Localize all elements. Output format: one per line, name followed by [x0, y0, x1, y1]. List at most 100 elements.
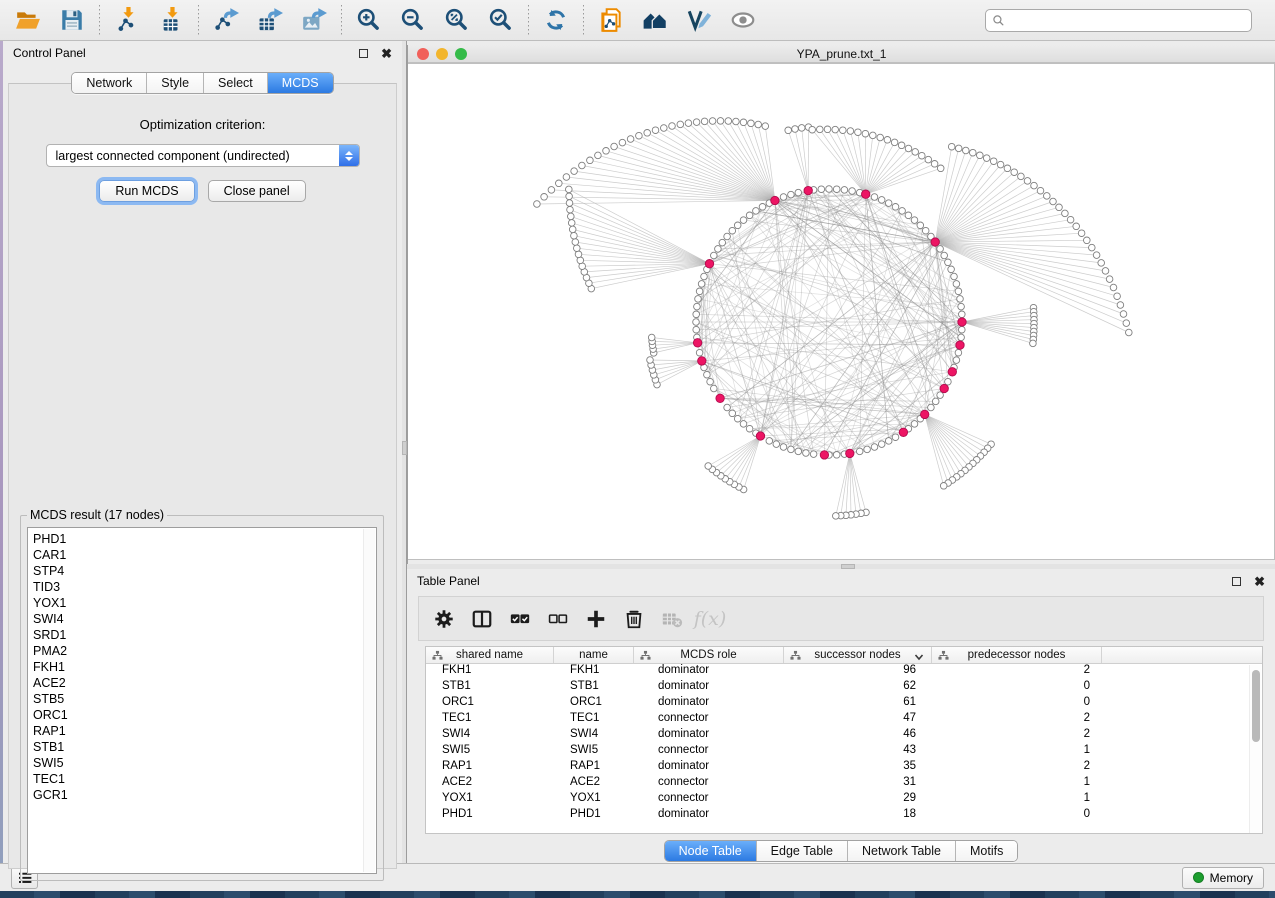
cell-name[interactable]: YOX1	[554, 792, 634, 808]
cell-mcds-role[interactable]: connector	[634, 792, 784, 808]
graph-node[interactable]	[1106, 276, 1113, 283]
cell-shared-name[interactable]: PHD1	[426, 808, 554, 824]
graph-hub-node[interactable]	[693, 339, 701, 347]
graph-node[interactable]	[878, 441, 885, 448]
graph-node[interactable]	[1018, 173, 1025, 180]
graph-hub-node[interactable]	[804, 186, 812, 194]
graph-node[interactable]	[951, 273, 958, 280]
tab-style[interactable]: Style	[147, 73, 204, 93]
graph-node[interactable]	[847, 128, 854, 135]
graph-node[interactable]	[871, 194, 878, 201]
graph-node[interactable]	[945, 259, 952, 266]
network-window-titlebar[interactable]: YPA_prune.txt_1	[408, 45, 1275, 63]
cell-successor-nodes[interactable]: 31	[784, 776, 932, 792]
graph-node[interactable]	[970, 149, 977, 156]
cell-name[interactable]: SWI4	[554, 728, 634, 744]
split-view-button[interactable]	[463, 601, 501, 637]
graph-node[interactable]	[734, 222, 741, 229]
table-scrollbar[interactable]	[1249, 665, 1261, 833]
graph-node[interactable]	[587, 157, 594, 164]
graph-hub-node[interactable]	[948, 368, 956, 376]
graph-node[interactable]	[937, 165, 944, 172]
add-column-button[interactable]	[577, 601, 615, 637]
graph-node[interactable]	[762, 123, 769, 130]
graph-node[interactable]	[566, 193, 573, 200]
tab-select[interactable]: Select	[204, 73, 268, 93]
graph-hub-node[interactable]	[716, 394, 724, 402]
clone-network-button[interactable]	[593, 4, 629, 36]
gear-button[interactable]	[425, 601, 463, 637]
graph-node[interactable]	[958, 334, 965, 341]
graph-hub-node[interactable]	[846, 449, 854, 457]
graph-node[interactable]	[788, 191, 795, 198]
cell-shared-name[interactable]: SWI4	[426, 728, 554, 744]
graph-node[interactable]	[1098, 260, 1105, 267]
mcds-result-item[interactable]: ACE2	[33, 675, 376, 691]
graph-node[interactable]	[1123, 320, 1130, 327]
cell-mcds-role[interactable]: dominator	[634, 728, 784, 744]
cell-successor-nodes[interactable]: 18	[784, 808, 932, 824]
cell-successor-nodes[interactable]: 61	[784, 696, 932, 712]
graph-node[interactable]	[884, 137, 891, 144]
cell-mcds-role[interactable]: dominator	[634, 680, 784, 696]
cell-mcds-role[interactable]: connector	[634, 712, 784, 728]
cell-name[interactable]: PHD1	[554, 808, 634, 824]
float-panel-icon[interactable]	[1232, 577, 1241, 586]
graph-node[interactable]	[891, 139, 898, 146]
cell-shared-name[interactable]: FKH1	[426, 664, 554, 680]
column-header-name[interactable]: name	[554, 647, 634, 663]
cell-predecessor-nodes[interactable]: 2	[932, 760, 1102, 776]
graph-node[interactable]	[925, 156, 932, 163]
graph-node[interactable]	[695, 296, 702, 303]
graph-node[interactable]	[563, 174, 570, 181]
graph-node[interactable]	[579, 162, 586, 169]
graph-node[interactable]	[945, 378, 952, 385]
graph-node[interactable]	[619, 139, 626, 146]
graph-node[interactable]	[724, 233, 731, 240]
graph-node[interactable]	[905, 145, 912, 152]
network-graph[interactable]	[408, 64, 1274, 560]
cell-predecessor-nodes[interactable]: 1	[932, 744, 1102, 760]
graph-node[interactable]	[648, 334, 655, 341]
graph-node[interactable]	[833, 513, 840, 520]
graph-node[interactable]	[575, 251, 582, 258]
graph-node[interactable]	[959, 326, 966, 333]
graph-node[interactable]	[957, 296, 964, 303]
zoom-out-button[interactable]	[395, 4, 431, 36]
graph-node[interactable]	[694, 303, 701, 310]
graph-node[interactable]	[953, 357, 960, 364]
graph-node[interactable]	[753, 208, 760, 215]
cell-mcds-role[interactable]: dominator	[634, 808, 784, 824]
graph-node[interactable]	[693, 119, 700, 126]
cell-mcds-role[interactable]: connector	[634, 776, 784, 792]
scrollbar-thumb[interactable]	[1252, 670, 1260, 742]
graph-hub-node[interactable]	[940, 384, 948, 392]
cell-mcds-role[interactable]: connector	[634, 744, 784, 760]
graph-node[interactable]	[669, 123, 676, 130]
graph-node[interactable]	[701, 273, 708, 280]
graph-node[interactable]	[566, 186, 573, 193]
graph-node[interactable]	[832, 126, 839, 133]
tab-motifs[interactable]: Motifs	[956, 841, 1017, 861]
graph-node[interactable]	[548, 187, 555, 194]
cell-mcds-role[interactable]: dominator	[634, 760, 784, 776]
cell-successor-nodes[interactable]: 43	[784, 744, 932, 760]
graph-node[interactable]	[571, 168, 578, 175]
tab-edge-table[interactable]: Edge Table	[757, 841, 848, 861]
graph-node[interactable]	[693, 326, 700, 333]
graph-node[interactable]	[715, 246, 722, 253]
graph-node[interactable]	[1084, 237, 1091, 244]
graph-node[interactable]	[696, 288, 703, 295]
graph-node[interactable]	[855, 129, 862, 136]
mcds-result-item[interactable]: STP4	[33, 563, 376, 579]
graph-hub-node[interactable]	[958, 318, 966, 326]
graph-node[interactable]	[997, 161, 1004, 168]
graph-node[interactable]	[636, 132, 643, 139]
mcds-result-item[interactable]: FKH1	[33, 659, 376, 675]
export-table-button[interactable]	[252, 4, 288, 36]
graph-node[interactable]	[928, 404, 935, 411]
cell-shared-name[interactable]: TEC1	[426, 712, 554, 728]
graph-node[interactable]	[755, 121, 762, 128]
graph-node[interactable]	[899, 208, 906, 215]
export-network-button[interactable]	[208, 4, 244, 36]
